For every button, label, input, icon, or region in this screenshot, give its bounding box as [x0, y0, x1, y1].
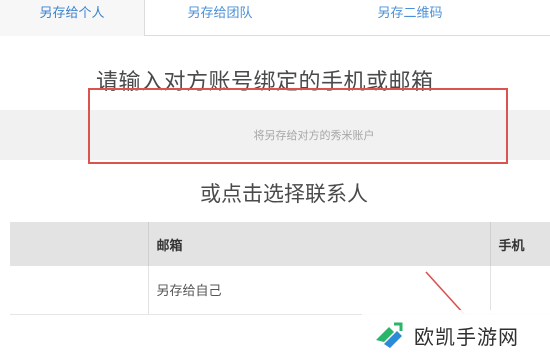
- cell-email: 另存给自己: [148, 266, 491, 315]
- watermark-text: 欧凯手游网: [414, 324, 519, 349]
- select-contact-heading: 或点击选择联系人: [200, 182, 368, 206]
- cell-first: [10, 266, 149, 315]
- tab-save-qrcode[interactable]: 另存二维码: [340, 0, 480, 36]
- column-header-phone: 手机: [490, 222, 550, 266]
- contacts-table: 邮箱 手机 另存给自己: [10, 222, 550, 315]
- account-input[interactable]: [104, 110, 524, 160]
- column-header-email: 邮箱: [148, 222, 491, 266]
- input-instruction-heading: 请输入对方账号绑定的手机或邮箱: [96, 70, 434, 95]
- watermark: 欧凯手游网: [362, 310, 550, 360]
- account-input-row: [0, 110, 550, 160]
- tab-save-to-team[interactable]: 另存给团队: [160, 0, 280, 36]
- column-header-first: [10, 222, 149, 266]
- watermark-logo-icon: [376, 322, 403, 348]
- save-to-person-dialog: 另存给个人 另存给团队 另存二维码 请输入对方账号绑定的手机或邮箱 或点击选择联…: [0, 0, 550, 360]
- tab-save-to-person[interactable]: 另存给个人: [0, 0, 145, 36]
- table-header-row: 邮箱 手机: [10, 222, 550, 266]
- tab-bar: 另存给个人 另存给团队 另存二维码: [0, 0, 550, 36]
- cell-phone: [490, 266, 550, 315]
- table-row[interactable]: 另存给自己: [10, 266, 550, 315]
